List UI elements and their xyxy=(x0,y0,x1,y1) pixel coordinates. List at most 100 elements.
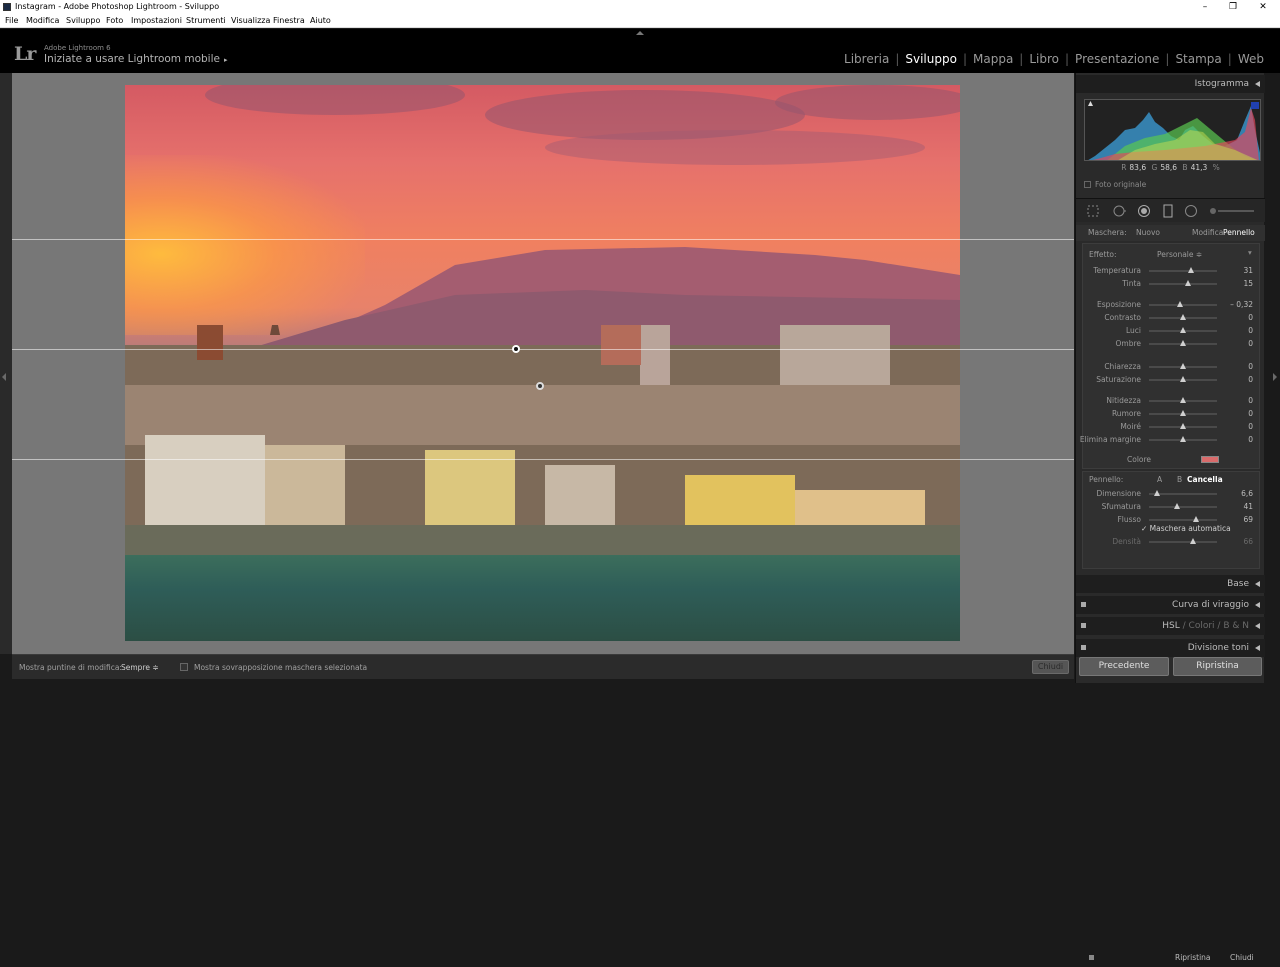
spot-removal-icon[interactable] xyxy=(1112,204,1126,218)
crop-tool-icon[interactable] xyxy=(1086,204,1100,218)
slider-track[interactable] xyxy=(1149,397,1217,403)
slider-knob[interactable] xyxy=(1174,503,1180,509)
slider-knob[interactable] xyxy=(1180,363,1186,369)
mask-edit-button[interactable]: Modifica xyxy=(1192,225,1223,241)
expand-base-icon[interactable] xyxy=(1255,581,1260,587)
florence-photo[interactable] xyxy=(125,85,960,641)
slider-moir-[interactable]: Moiré 0 xyxy=(1083,421,1259,433)
red-eye-icon[interactable] xyxy=(1137,204,1151,218)
left-panel-edge[interactable] xyxy=(0,73,12,654)
menu-sviluppo[interactable]: Sviluppo xyxy=(66,14,100,28)
density-slider[interactable]: Densità 66 xyxy=(1083,536,1259,548)
color-swatch[interactable] xyxy=(1201,456,1219,463)
slider-rumore[interactable]: Rumore 0 xyxy=(1083,408,1259,420)
brush-a-button[interactable]: A xyxy=(1157,475,1162,484)
slider-track[interactable] xyxy=(1149,423,1217,429)
panel-switch-icon[interactable] xyxy=(1081,623,1086,628)
graduated-filter-icon[interactable] xyxy=(1161,204,1175,218)
close-window-button[interactable]: ✕ xyxy=(1248,0,1278,14)
menu-aiuto[interactable]: Aiuto xyxy=(310,14,331,28)
panel-switch-icon[interactable] xyxy=(1081,645,1086,650)
slider-contrasto[interactable]: Contrasto 0 xyxy=(1083,312,1259,324)
slider-track[interactable] xyxy=(1149,363,1217,369)
show-overlay-checkbox[interactable] xyxy=(180,663,188,671)
histogram-graph[interactable] xyxy=(1084,99,1261,161)
collapse-right-panel-icon[interactable] xyxy=(1273,373,1277,381)
original-photo-checkbox[interactable] xyxy=(1084,181,1091,188)
slider-knob[interactable] xyxy=(1180,410,1186,416)
menu-foto[interactable]: Foto xyxy=(106,14,123,28)
slider-knob[interactable] xyxy=(1193,516,1199,522)
menu-visualizza[interactable]: Visualizza xyxy=(231,14,270,28)
slider-track[interactable] xyxy=(1149,436,1217,442)
module-presentazione[interactable]: Presentazione xyxy=(1069,52,1165,66)
menu-impostazioni[interactable]: Impostazioni xyxy=(131,14,182,28)
slider-knob[interactable] xyxy=(1180,423,1186,429)
split-toning-header[interactable]: Divisione toni xyxy=(1076,639,1265,657)
slider-saturazione[interactable]: Saturazione 0 xyxy=(1083,374,1259,386)
edit-pin[interactable] xyxy=(536,382,544,390)
show-pins-select[interactable]: Sempre ≑ xyxy=(121,663,159,672)
slider-track[interactable] xyxy=(1149,280,1217,286)
expand-curve-icon[interactable] xyxy=(1255,602,1260,608)
slider-knob[interactable] xyxy=(1180,397,1186,403)
menu-modifica[interactable]: Modifica xyxy=(26,14,59,28)
radial-filter-icon[interactable] xyxy=(1184,204,1198,218)
brush-slider-sfumatura[interactable]: Sfumatura 41 xyxy=(1083,501,1259,513)
slider-track[interactable] xyxy=(1149,490,1217,496)
slider-temperatura[interactable]: Temperatura 31 xyxy=(1083,265,1259,277)
reset-brush-button[interactable]: Ripristina xyxy=(1175,953,1211,962)
close-brush-button[interactable]: Chiudi xyxy=(1032,660,1069,674)
slider-track[interactable] xyxy=(1149,314,1217,320)
slider-track[interactable] xyxy=(1149,340,1217,346)
module-libro[interactable]: Libro xyxy=(1023,52,1065,66)
panel-switch-icon[interactable] xyxy=(1089,955,1094,960)
slider-knob[interactable] xyxy=(1180,436,1186,442)
slider-track[interactable] xyxy=(1149,376,1217,382)
slider-track[interactable] xyxy=(1149,410,1217,416)
slider-nitidezza[interactable]: Nitidezza 0 xyxy=(1083,395,1259,407)
mask-new-button[interactable]: Nuovo xyxy=(1136,225,1160,241)
slider-esposizione[interactable]: Esposizione – 0,32 xyxy=(1083,299,1259,311)
slider-elimina-margine[interactable]: Elimina margine 0 xyxy=(1080,434,1259,446)
module-sviluppo[interactable]: Sviluppo xyxy=(899,52,963,66)
module-web[interactable]: Web xyxy=(1232,52,1270,66)
slider-track[interactable] xyxy=(1149,516,1217,522)
menu-finestra[interactable]: Finestra xyxy=(273,14,305,28)
mobile-promo-link[interactable]: Iniziate a usare Lightroom mobile ▸ xyxy=(44,53,228,65)
brush-b-button[interactable]: B xyxy=(1177,475,1182,484)
hsl-title[interactable]: HSL xyxy=(1162,621,1180,631)
slider-track[interactable] xyxy=(1149,301,1217,307)
colors-tab[interactable]: Colori xyxy=(1189,621,1215,631)
slider-luci[interactable]: Luci 0 xyxy=(1083,325,1259,337)
expand-hsl-icon[interactable] xyxy=(1255,623,1260,629)
image-canvas[interactable] xyxy=(12,73,1074,654)
tone-curve-header[interactable]: Curva di viraggio xyxy=(1076,596,1265,614)
slider-track[interactable] xyxy=(1149,503,1217,509)
maximize-button[interactable]: ❐ xyxy=(1218,0,1248,14)
slider-knob[interactable] xyxy=(1185,280,1191,286)
brush-erase-button[interactable]: Cancella xyxy=(1187,475,1223,484)
slider-tinta[interactable]: Tinta 15 xyxy=(1083,278,1259,290)
panel-switch-icon[interactable] xyxy=(1081,602,1086,607)
slider-knob[interactable] xyxy=(1180,314,1186,320)
reset-settings-button[interactable]: Ripristina xyxy=(1173,657,1262,676)
slider-knob[interactable] xyxy=(1154,490,1160,496)
slider-track[interactable] xyxy=(1149,327,1217,333)
slider-knob[interactable] xyxy=(1177,301,1183,307)
slider-chiarezza[interactable]: Chiarezza 0 xyxy=(1083,361,1259,373)
slider-ombre[interactable]: Ombre 0 xyxy=(1083,338,1259,350)
module-stampa[interactable]: Stampa xyxy=(1169,52,1227,66)
histogram-header[interactable]: Istogramma xyxy=(1076,75,1265,93)
module-libreria[interactable]: Libreria xyxy=(838,52,895,66)
collapse-histogram-icon[interactable] xyxy=(1255,81,1260,87)
hsl-header[interactable]: HSL / Colori / B & N xyxy=(1076,617,1265,635)
menu-strumenti[interactable]: Strumenti xyxy=(186,14,226,28)
minimize-button[interactable]: – xyxy=(1190,0,1220,14)
edit-pin-selected[interactable] xyxy=(512,345,520,353)
collapse-top-panel-icon[interactable] xyxy=(636,31,644,35)
expand-split-icon[interactable] xyxy=(1255,645,1260,651)
auto-mask-toggle[interactable]: ✓ Maschera automatica xyxy=(1141,524,1231,533)
brush-slider-dimensione[interactable]: Dimensione 6,6 xyxy=(1083,488,1259,500)
slider-knob[interactable] xyxy=(1180,340,1186,346)
